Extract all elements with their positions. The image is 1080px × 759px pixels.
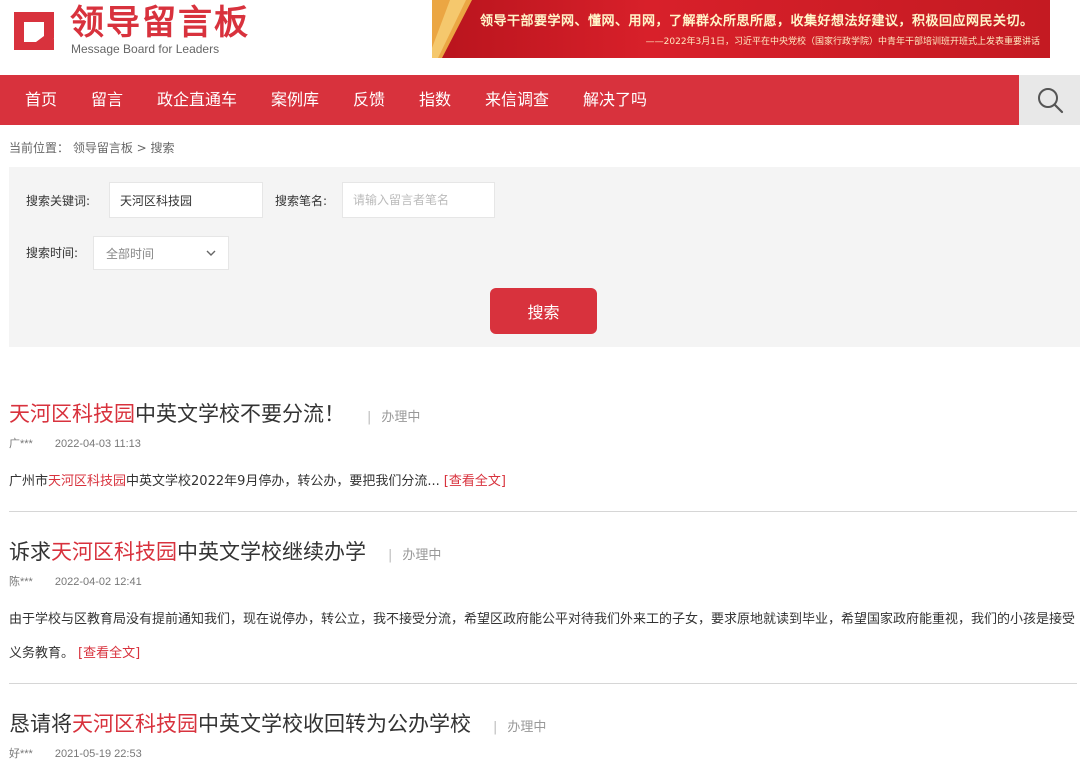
result-item: 天河区科技园中英文学校不要分流！ | 办理中 广*** 2022-04-03 11:1… <box>9 399 1077 499</box>
logo-subtitle: Message Board for Leaders <box>71 42 220 56</box>
result-title-highlight: 天河区科技园 <box>72 712 198 736</box>
nav-item-feedback[interactable]: 反馈 <box>353 75 385 125</box>
nav-item-cases[interactable]: 案例库 <box>271 75 319 125</box>
result-title-rest: 中英文学校继续办学 <box>177 540 366 564</box>
result-item: 诉求天河区科技园中英文学校继续办学 | 办理中 陈*** 2022-04-02 12:… <box>9 537 1077 671</box>
result-divider <box>9 683 1077 684</box>
result-summary: 由于学校与区教育局没有提前通知我们，现在说停办，转公立，我不接受分流，希望区政府… <box>9 612 1076 661</box>
nav-item-enterprise[interactable]: 政企直通车 <box>157 75 237 125</box>
author-label: 搜索笔名: <box>275 194 328 208</box>
result-title-highlight: 天河区科技园 <box>9 402 135 426</box>
nav-item-home[interactable]: 首页 <box>25 75 57 125</box>
keyword-input[interactable] <box>109 182 263 218</box>
author-input[interactable] <box>342 182 495 218</box>
nav-item-solved[interactable]: 解决了吗 <box>583 75 647 125</box>
result-status: | 办理中 <box>367 410 421 425</box>
result-title-prefix: 恳请将 <box>9 712 72 736</box>
result-date: 2022-04-03 11:13 <box>54 438 141 450</box>
nav-item-message[interactable]: 留言 <box>91 75 123 125</box>
nav-item-survey[interactable]: 来信调查 <box>485 75 549 125</box>
banner-quote: 领导干部要学网、懂网、用网，了解群众所思所愿，收集好想法好建议，积极回应网民关切… <box>480 14 1034 29</box>
result-meta: 广*** 2022-04-03 11:13 <box>9 435 1077 451</box>
result-author: 广*** <box>9 438 33 450</box>
read-more-link[interactable]: [查看全文] <box>444 474 506 489</box>
result-status: | 办理中 <box>388 548 442 563</box>
result-title[interactable]: 恳请将天河区科技园中英文学校收回转为公办学校 | 办理中 <box>9 709 1077 743</box>
result-title-rest: 中英文学校收回转为公办学校 <box>198 712 471 736</box>
banner-source: ——2022年3月1日，习近平在中央党校（国家行政学院）中青年干部培训班开班式上… <box>645 37 1040 47</box>
summary-highlight: 天河区科技园 <box>48 474 127 489</box>
keyword-label: 搜索关键词: <box>26 194 91 208</box>
read-more-link[interactable]: [查看全文] <box>78 646 140 661</box>
nav-search-button[interactable] <box>1019 75 1080 125</box>
result-item: 恳请将天河区科技园中英文学校收回转为公办学校 | 办理中 好*** 2021-05-1… <box>9 709 1077 759</box>
nav-item-index[interactable]: 指数 <box>419 75 451 125</box>
chevron-down-icon <box>206 250 216 256</box>
result-title-rest: 中英文学校不要分流！ <box>135 402 345 426</box>
main-nav: 首页 留言 政企直通车 案例库 反馈 指数 来信调查 解决了吗 <box>0 75 1080 125</box>
quote-banner: 领导干部要学网、懂网、用网，了解群众所思所愿，收集好想法好建议，积极回应网民关切… <box>432 0 1050 58</box>
search-button[interactable]: 搜索 <box>490 288 597 334</box>
result-summary: 广州市天河区科技园中英文学校2022年9月停办，转公办，要把我们分流... [查看… <box>9 474 506 489</box>
site-header: 领导留言板 Message Board for Leaders 领导干部要学网、… <box>0 0 1080 75</box>
result-meta: 好*** 2021-05-19 22:53 <box>9 745 1077 759</box>
search-panel: 搜索关键词: 搜索笔名: 搜索时间: 全部时间 搜索 <box>9 167 1080 347</box>
time-select[interactable]: 全部时间 <box>93 236 229 270</box>
result-title[interactable]: 天河区科技园中英文学校不要分流！ | 办理中 <box>9 399 1077 433</box>
search-icon <box>1037 88 1063 114</box>
result-date: 2021-05-19 22:53 <box>54 748 142 759</box>
banner-ribbon-icon <box>432 0 472 58</box>
logo-title: 领导留言板 <box>70 3 250 43</box>
result-title[interactable]: 诉求天河区科技园中英文学校继续办学 | 办理中 <box>9 537 1077 571</box>
result-status: | 办理中 <box>493 720 547 735</box>
result-author: 陈*** <box>9 576 33 588</box>
time-select-value: 全部时间 <box>106 246 155 261</box>
breadcrumb: 当前位置： 领导留言板 > 搜索 <box>9 141 175 155</box>
time-label: 搜索时间: <box>26 246 79 260</box>
result-title-prefix: 诉求 <box>9 540 51 564</box>
site-logo[interactable]: 领导留言板 Message Board for Leaders <box>8 4 258 56</box>
result-meta: 陈*** 2022-04-02 12:41 <box>9 573 1077 589</box>
result-date: 2022-04-02 12:41 <box>54 576 142 588</box>
logo-mark-icon <box>14 12 54 50</box>
result-divider <box>9 511 1077 512</box>
result-title-highlight: 天河区科技园 <box>51 540 177 564</box>
result-author: 好*** <box>9 748 33 759</box>
